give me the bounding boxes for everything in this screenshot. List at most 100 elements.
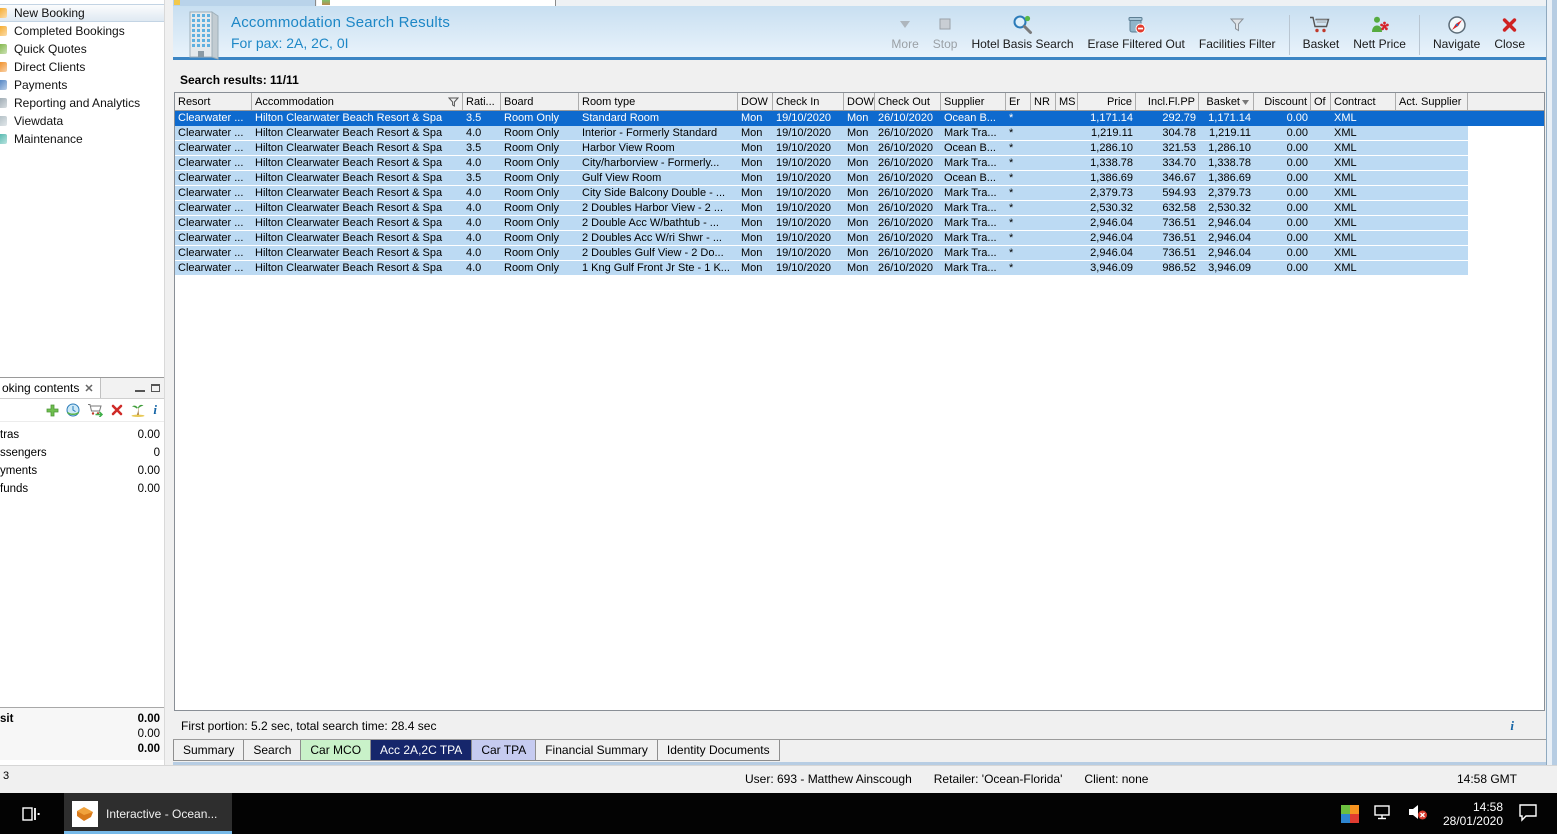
nett-price-button[interactable]: Nett Price	[1346, 13, 1413, 52]
column-header-rati[interactable]: Rati...	[463, 93, 501, 110]
hotel-basis-search-button[interactable]: Hotel Basis Search	[964, 13, 1080, 52]
cell-resort: Clearwater ...	[175, 126, 252, 141]
refresh-globe-icon[interactable]	[66, 403, 80, 417]
maximize-icon[interactable]	[151, 384, 160, 392]
cell-filler	[1468, 126, 1544, 141]
column-header-act-supplier[interactable]: Act. Supplier	[1396, 93, 1468, 110]
table-row[interactable]: Clearwater ... Hilton Clearwater Beach Re…	[175, 111, 1544, 126]
sidebar-item-maintenance[interactable]: Maintenance	[0, 130, 164, 148]
facilities-filter-button[interactable]: Facilities Filter	[1192, 13, 1283, 52]
column-header-label: Price	[1106, 95, 1132, 108]
table-row[interactable]: Clearwater ... Hilton Clearwater Beach Re…	[175, 216, 1544, 231]
table-row[interactable]: Clearwater ... Hilton Clearwater Beach Re…	[175, 246, 1544, 261]
stop-button[interactable]: Stop	[926, 13, 965, 52]
cart-transfer-icon[interactable]	[87, 403, 104, 417]
column-header-room-type[interactable]: Room type	[579, 93, 738, 110]
sidebar-item-quick-quotes[interactable]: Quick Quotes	[0, 40, 164, 58]
cell-act-supplier	[1396, 156, 1468, 171]
task-view-icon[interactable]	[18, 801, 44, 827]
close-icon[interactable]: ✕	[84, 382, 93, 395]
column-header-check-in[interactable]: Check In	[773, 93, 844, 110]
column-header-dow[interactable]: DOW	[738, 93, 773, 110]
column-header-resort[interactable]: Resort	[175, 93, 252, 110]
table-row[interactable]: Clearwater ... Hilton Clearwater Beach Re…	[175, 261, 1544, 276]
action-center-icon[interactable]	[1517, 802, 1539, 825]
volume-muted-icon[interactable]	[1407, 803, 1429, 824]
booking-total-value: 0.00	[137, 712, 160, 725]
table-row[interactable]: Clearwater ... Hilton Clearwater Beach Re…	[175, 201, 1544, 216]
network-tray-icon[interactable]	[1373, 803, 1393, 824]
cell-resort: Clearwater ...	[175, 246, 252, 261]
column-header-accommodation[interactable]: Accommodation	[252, 93, 463, 110]
sidebar-item-reporting-and-analytics[interactable]: Reporting and Analytics	[0, 94, 164, 112]
toolbar-separator	[1288, 15, 1290, 55]
cell-act-supplier	[1396, 246, 1468, 261]
cell-ms	[1056, 201, 1078, 216]
minimize-icon[interactable]	[135, 384, 145, 392]
column-header-er[interactable]: Er	[1006, 93, 1031, 110]
cell-act-supplier	[1396, 186, 1468, 201]
taskbar-app-button[interactable]: Interactive - Ocean...	[64, 793, 232, 834]
sidebar-item-direct-clients[interactable]: Direct Clients	[0, 58, 164, 76]
table-row[interactable]: Clearwater ... Hilton Clearwater Beach Re…	[175, 231, 1544, 246]
completed-bookings-icon	[0, 26, 7, 36]
cell-room-type: 2 Double Acc W/bathtub - ...	[579, 216, 738, 231]
cell-ms	[1056, 261, 1078, 276]
info-icon[interactable]: i	[153, 402, 157, 418]
column-header-supplier[interactable]: Supplier	[941, 93, 1006, 110]
booking-total-row: sit 0.00	[0, 711, 164, 726]
sidebar-item-viewdata[interactable]: Viewdata	[0, 112, 164, 130]
booking-contents-tab[interactable]: oking contents ✕	[0, 378, 101, 398]
table-row[interactable]: Clearwater ... Hilton Clearwater Beach Re…	[175, 186, 1544, 201]
info-icon[interactable]: i	[1510, 718, 1514, 734]
cell-act-supplier	[1396, 111, 1468, 126]
sidebar-item-payments[interactable]: Payments	[0, 76, 164, 94]
tab-acc-2a-2c-tpa[interactable]: Acc 2A,2C TPA	[371, 740, 473, 761]
column-header-dow[interactable]: DOW	[844, 93, 875, 110]
cell-room-type: 2 Doubles Harbor View - 2 ...	[579, 201, 738, 216]
column-header-ms[interactable]: MS	[1056, 93, 1078, 110]
sidebar-item-new-booking[interactable]: New Booking	[0, 4, 164, 22]
add-icon[interactable]	[46, 404, 59, 417]
taskbar-clock[interactable]: 14:58 28/01/2020	[1443, 800, 1503, 828]
cell-of	[1311, 201, 1331, 216]
basket-button[interactable]: Basket	[1296, 13, 1347, 52]
column-header-of[interactable]: Of	[1311, 93, 1331, 110]
navigate-button[interactable]: Navigate	[1426, 13, 1487, 52]
column-header-discount[interactable]: Discount	[1254, 93, 1311, 110]
antivirus-tray-icon[interactable]	[1340, 804, 1359, 823]
column-header-nr[interactable]: NR	[1031, 93, 1056, 110]
more-button[interactable]: More	[884, 13, 925, 52]
cell-ms	[1056, 216, 1078, 231]
tab-identity-documents[interactable]: Identity Documents	[657, 740, 780, 761]
taskbar-time: 14:58	[1472, 799, 1503, 814]
filter-icon[interactable]	[448, 97, 459, 107]
table-row[interactable]: Clearwater ... Hilton Clearwater Beach Re…	[175, 141, 1544, 156]
column-header-board[interactable]: Board	[501, 93, 579, 110]
cell-discount: 0.00	[1254, 246, 1311, 261]
close-button[interactable]: Close	[1487, 13, 1532, 52]
sidebar-item-completed-bookings[interactable]: Completed Bookings	[0, 22, 164, 40]
column-header-contract[interactable]: Contract	[1331, 93, 1396, 110]
column-header-price[interactable]: Price	[1078, 93, 1136, 110]
cell-basket: 2,530.32	[1199, 201, 1254, 216]
cell-nr	[1031, 156, 1056, 171]
column-header-basket[interactable]: Basket	[1199, 93, 1254, 110]
cell-er: *	[1006, 126, 1031, 141]
tab-search[interactable]: Search	[244, 740, 302, 761]
column-header-check-out[interactable]: Check Out	[875, 93, 941, 110]
column-header-incl-fl-pp[interactable]: Incl.Fl.PP	[1136, 93, 1199, 110]
table-row[interactable]: Clearwater ... Hilton Clearwater Beach Re…	[175, 171, 1544, 186]
delete-icon[interactable]	[111, 404, 123, 416]
tab-summary[interactable]: Summary	[173, 740, 245, 761]
table-row[interactable]: Clearwater ... Hilton Clearwater Beach Re…	[175, 156, 1544, 171]
tab-car-mco[interactable]: Car MCO	[301, 740, 372, 761]
table-row[interactable]: Clearwater ... Hilton Clearwater Beach Re…	[175, 126, 1544, 141]
search-timing: First portion: 5.2 sec, total search tim…	[181, 719, 437, 733]
cell-dow: Mon	[844, 201, 875, 216]
erase-filtered-out-button[interactable]: Erase Filtered Out	[1081, 13, 1192, 52]
cell-basket: 2,946.04	[1199, 216, 1254, 231]
holiday-palm-icon[interactable]	[130, 403, 146, 417]
tab-car-tpa[interactable]: Car TPA	[472, 740, 537, 761]
tab-financial-summary[interactable]: Financial Summary	[536, 740, 658, 761]
